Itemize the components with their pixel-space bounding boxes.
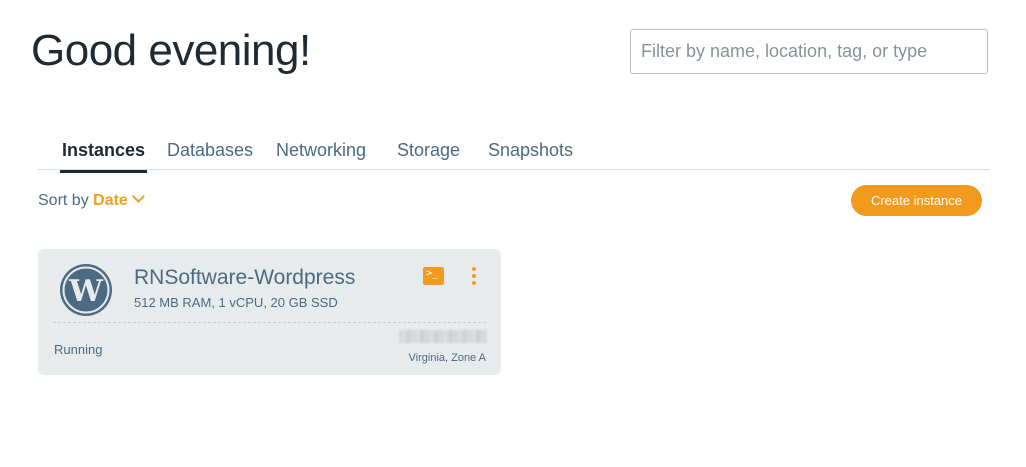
instance-name-link[interactable]: RNSoftware-Wordpress — [134, 266, 355, 290]
sort-control: Sort by Date — [38, 190, 145, 210]
create-instance-button[interactable]: Create instance — [851, 185, 982, 216]
page-title: Good evening! — [31, 26, 311, 75]
sort-value: Date — [93, 192, 128, 209]
tab-snapshots[interactable]: Snapshots — [488, 140, 573, 161]
card-divider — [53, 322, 486, 323]
tab-networking[interactable]: Networking — [276, 140, 366, 161]
svg-text:W: W — [68, 274, 104, 309]
terminal-icon: >_ — [426, 268, 439, 279]
tab-databases[interactable]: Databases — [167, 140, 253, 161]
instance-status: Running — [54, 342, 103, 357]
connect-terminal-button[interactable]: >_ — [423, 267, 444, 285]
page: Good evening! Instances Databases Networ… — [0, 0, 1026, 467]
tab-storage[interactable]: Storage — [397, 140, 460, 161]
sort-dropdown[interactable]: Date — [93, 190, 145, 209]
instance-specs: 512 MB RAM, 1 vCPU, 20 GB SSD — [134, 295, 338, 310]
tab-bar: Instances Databases Networking Storage S… — [38, 137, 990, 173]
redacted-ip-address — [399, 330, 487, 343]
filter-search-input[interactable] — [630, 29, 988, 74]
wordpress-logo-icon: W — [60, 264, 112, 316]
more-options-icon[interactable] — [469, 267, 479, 287]
instance-card[interactable]: W RNSoftware-Wordpress 512 MB RAM, 1 vCP… — [38, 249, 501, 375]
sort-label: Sort by — [38, 192, 89, 209]
instance-location: Virginia, Zone A — [408, 352, 486, 364]
tab-instances[interactable]: Instances — [59, 140, 148, 173]
chevron-down-icon — [131, 190, 145, 203]
